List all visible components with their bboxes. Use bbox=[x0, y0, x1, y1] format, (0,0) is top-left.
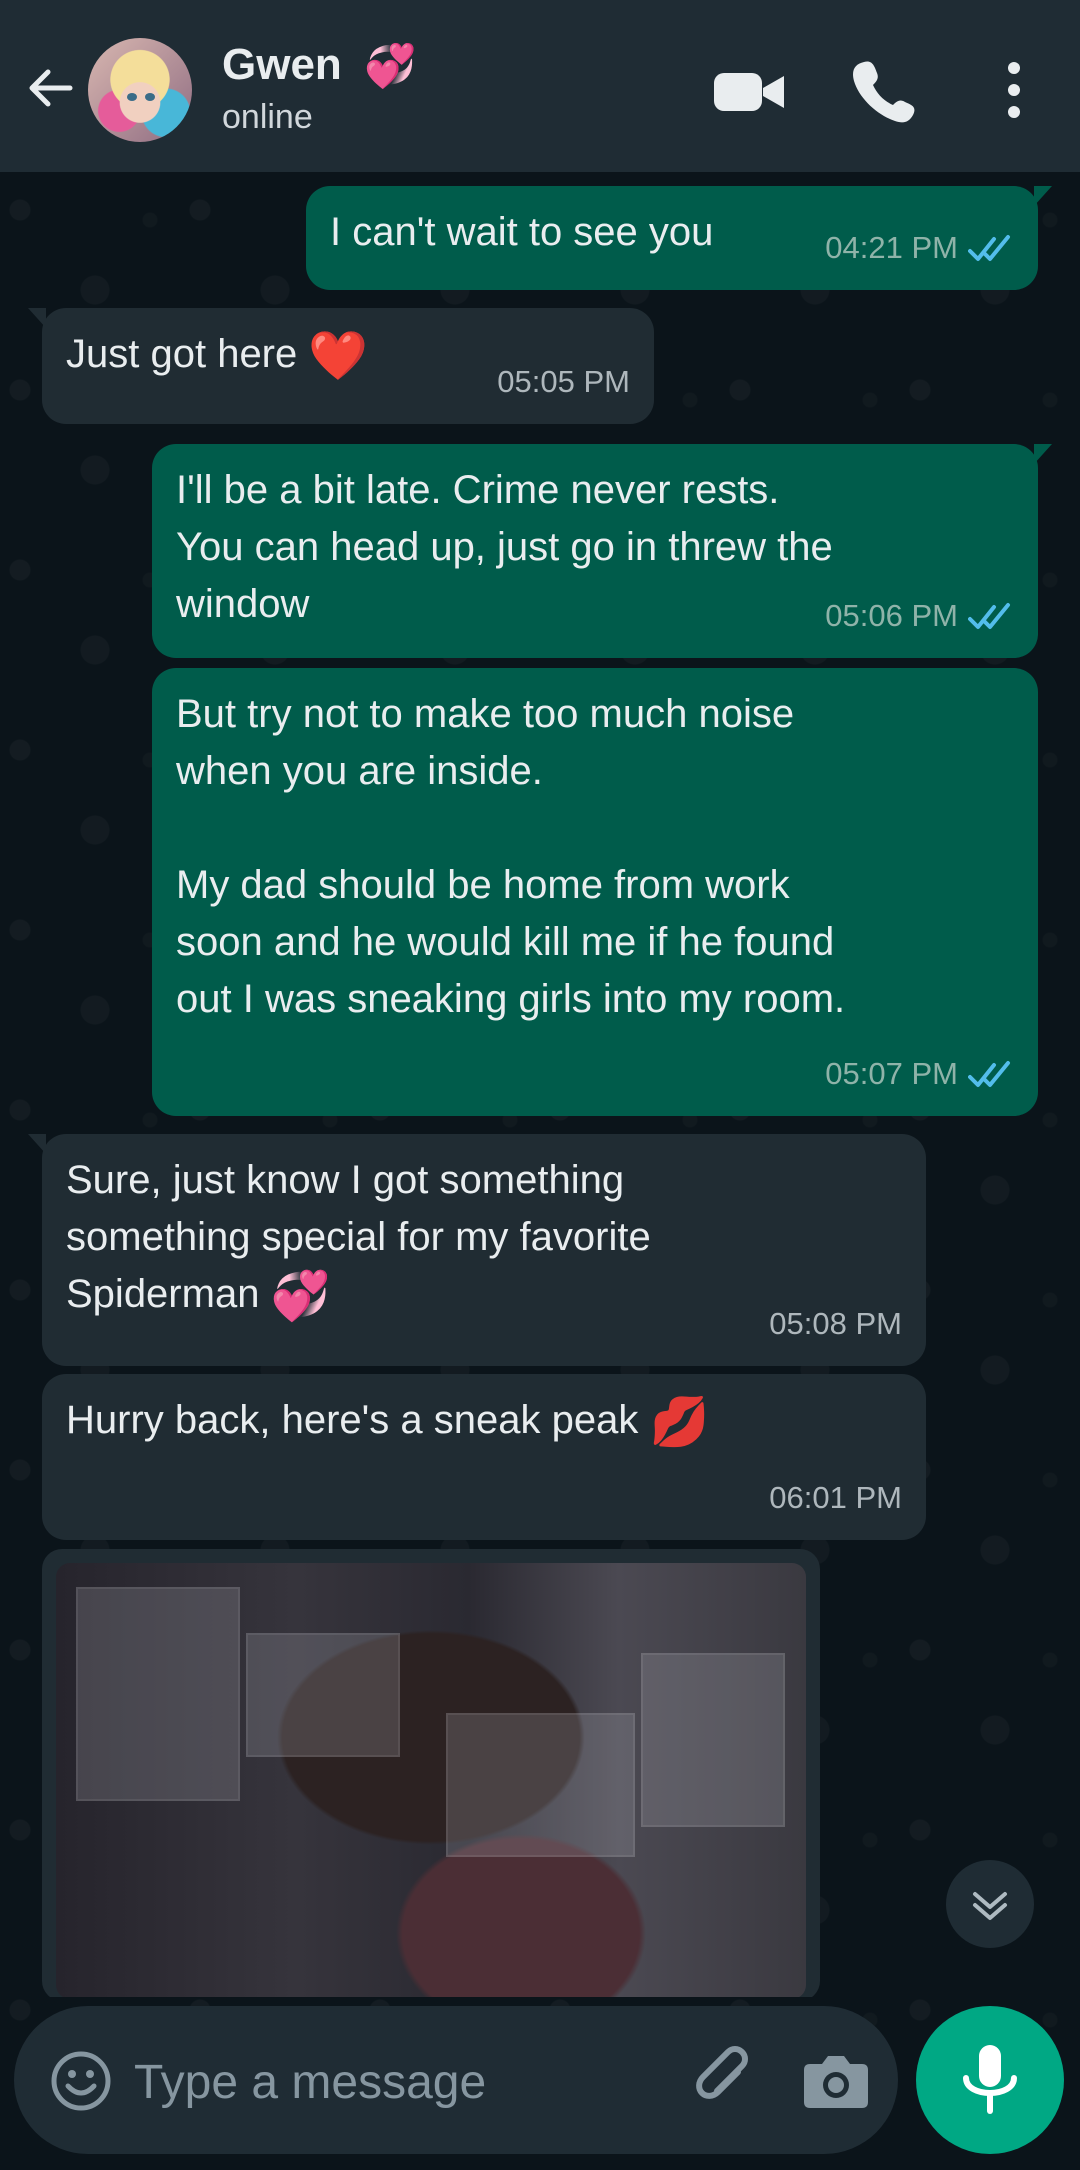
message-meta: 06:01 PM bbox=[769, 1469, 902, 1526]
contact-status: online bbox=[222, 98, 313, 136]
message-emoji: 💞 bbox=[270, 1269, 331, 1323]
message-text: But try not to make too much noise when … bbox=[176, 692, 846, 1021]
message-emoji: ❤️ bbox=[308, 329, 369, 383]
read-receipt-icon bbox=[968, 602, 1010, 629]
message-text: Sure, just know I got something somethin… bbox=[66, 1158, 651, 1316]
paperclip-icon bbox=[696, 2046, 748, 2099]
message-bubble[interactable]: Just got here ❤️ 05:05 PM bbox=[28, 308, 654, 424]
read-receipt-icon bbox=[968, 1060, 1010, 1087]
message-meta: 05:08 PM bbox=[769, 1295, 902, 1352]
message-bubble[interactable]: Sure, just know I got something somethin… bbox=[28, 1134, 926, 1366]
attach-button[interactable] bbox=[686, 2042, 762, 2118]
photo-wall-poster bbox=[641, 1653, 785, 1827]
message-time: 05:08 PM bbox=[769, 1306, 902, 1341]
message-bubble[interactable]: I can't wait to see you 04:21 PM bbox=[306, 186, 1052, 290]
chat-header: Gwen 💞 online bbox=[0, 0, 1080, 172]
contact-name-emoji: 💞 bbox=[364, 42, 417, 89]
phone-icon bbox=[853, 61, 915, 123]
video-call-button[interactable] bbox=[714, 56, 784, 126]
message-list[interactable]: I can't wait to see you 04:21 PM Just go… bbox=[0, 172, 1080, 1997]
message-text: Hurry back, here's a sneak peak bbox=[66, 1398, 639, 1442]
arrow-left-icon bbox=[29, 69, 73, 107]
message-meta: 04:21 PM bbox=[825, 219, 1014, 276]
microphone-icon bbox=[963, 2045, 1017, 2114]
image-thumbnail[interactable] bbox=[56, 1563, 806, 1997]
message-time: 04:21 PM bbox=[825, 230, 958, 265]
message-composer bbox=[14, 2006, 898, 2154]
message-meta: 05:06 PM bbox=[825, 587, 1014, 644]
avatar-eye bbox=[145, 93, 155, 101]
message-bubble[interactable]: I'll be a bit late. Crime never rests. Y… bbox=[152, 444, 1052, 658]
camera-button[interactable] bbox=[800, 2046, 872, 2114]
message-bubble[interactable]: But try not to make too much noise when … bbox=[152, 668, 1038, 1116]
message-time: 05:05 PM bbox=[497, 364, 630, 399]
video-camera-icon bbox=[714, 73, 784, 111]
read-receipt-icon bbox=[968, 234, 1010, 261]
bubble-tail bbox=[28, 308, 46, 328]
bubble-tail bbox=[1034, 444, 1052, 464]
message-time: 05:07 PM bbox=[825, 1056, 958, 1091]
avatar-eye bbox=[127, 93, 137, 101]
voice-call-button[interactable] bbox=[846, 56, 916, 126]
camera-icon bbox=[804, 2056, 868, 2108]
message-emoji: 💋 bbox=[649, 1395, 710, 1449]
contact-avatar[interactable] bbox=[88, 38, 192, 142]
photo-wall-poster bbox=[76, 1587, 240, 1801]
message-text: Just got here bbox=[66, 332, 298, 376]
message-bubble[interactable]: Hurry back, here's a sneak peak 💋 06:01 … bbox=[42, 1374, 926, 1540]
scroll-to-bottom-button[interactable] bbox=[946, 1860, 1034, 1948]
back-button[interactable] bbox=[22, 60, 78, 116]
message-meta: 05:07 PM bbox=[825, 1045, 1014, 1102]
voice-message-button[interactable] bbox=[916, 2006, 1064, 2154]
smiley-icon bbox=[51, 2051, 111, 2111]
double-chevron-down-icon bbox=[973, 1892, 1007, 1920]
photo-wall-poster bbox=[446, 1713, 635, 1857]
emoji-button[interactable] bbox=[48, 2048, 114, 2114]
more-options-button[interactable] bbox=[996, 56, 1032, 126]
photo-wall-poster bbox=[246, 1633, 400, 1757]
bubble-tail bbox=[1034, 186, 1052, 206]
message-time: 06:01 PM bbox=[769, 1480, 902, 1515]
image-message[interactable] bbox=[42, 1549, 820, 1997]
chat-screen: Gwen 💞 online I can't wait to see you 04… bbox=[0, 0, 1080, 2170]
message-meta: 05:05 PM bbox=[497, 353, 630, 410]
contact-name[interactable]: Gwen bbox=[222, 40, 342, 90]
bubble-tail bbox=[28, 1134, 46, 1154]
message-time: 05:06 PM bbox=[825, 598, 958, 633]
message-input[interactable] bbox=[132, 2042, 676, 2122]
more-vertical-icon bbox=[1008, 62, 1020, 118]
